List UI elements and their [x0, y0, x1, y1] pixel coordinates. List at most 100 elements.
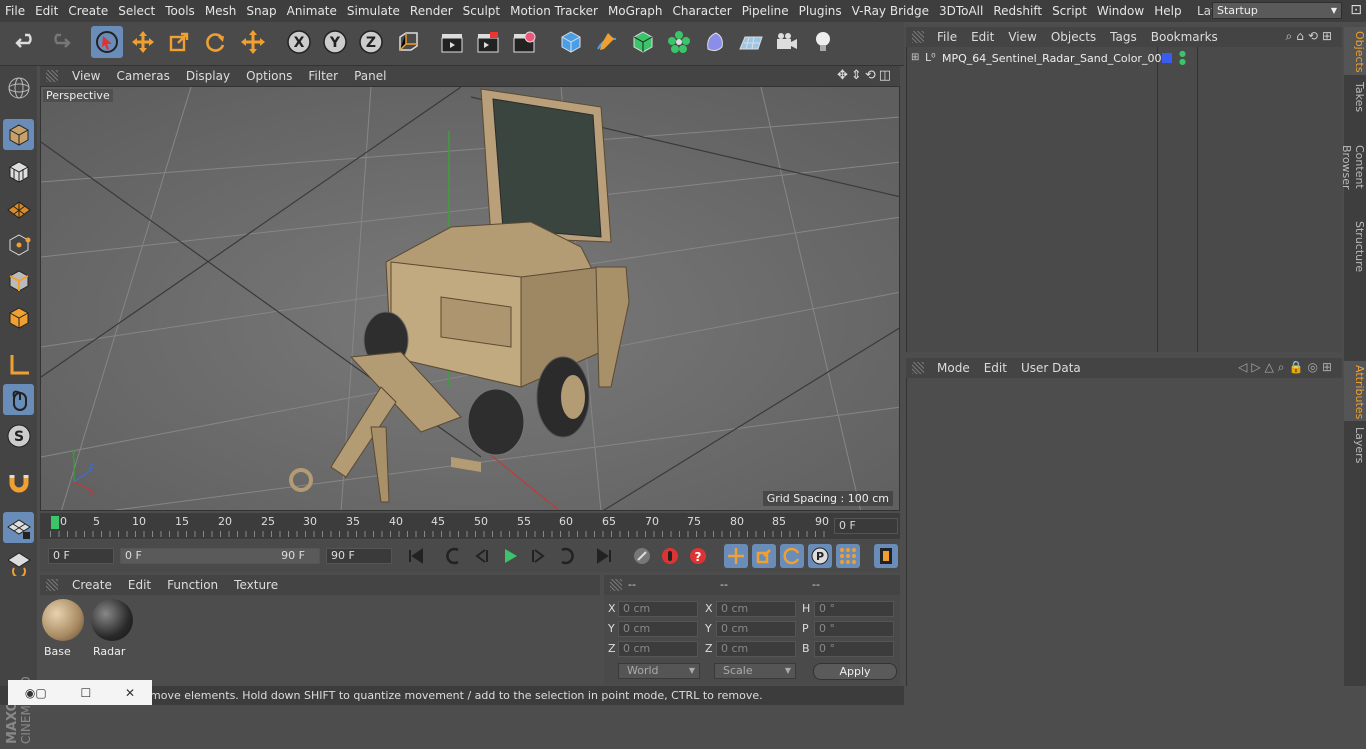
object-name[interactable]: MPQ_64_Sentinel_Radar_Sand_Color_001 — [942, 52, 1168, 65]
redo-button[interactable] — [44, 26, 76, 58]
size-mode-select[interactable]: Scale ▼ — [714, 663, 796, 679]
rotation-p-field[interactable]: 0 ° — [814, 621, 894, 637]
menu-mograph[interactable]: MoGraph — [603, 0, 668, 22]
3d-viewport[interactable]: y z x Perspective Grid Spacing : 100 cm — [40, 86, 900, 511]
menu-window[interactable]: Window — [1092, 0, 1149, 22]
panel-grip-icon[interactable] — [46, 70, 58, 82]
deformer-button[interactable] — [699, 26, 731, 58]
current-frame-field[interactable]: 0 F — [834, 518, 898, 534]
enable-axis-button[interactable] — [3, 349, 34, 380]
tab-takes[interactable]: Takes — [1344, 77, 1366, 117]
floor-button[interactable] — [735, 26, 767, 58]
material-menu-edit[interactable]: Edit — [120, 578, 159, 592]
coordinate-space-select[interactable]: World ▼ — [618, 663, 700, 679]
tab-layers[interactable]: Layers — [1344, 423, 1366, 463]
tab-attributes[interactable]: Attributes — [1344, 361, 1366, 421]
coordinate-system-button[interactable] — [392, 26, 424, 58]
layout-select[interactable]: Startup ▼ — [1212, 2, 1342, 19]
material-menu-texture[interactable]: Texture — [226, 578, 286, 592]
playhead-marker[interactable] — [51, 516, 59, 529]
menu-snap[interactable]: Snap — [241, 0, 281, 22]
timeline-window-button[interactable] — [874, 544, 898, 568]
light-button[interactable] — [807, 26, 839, 58]
menu-create[interactable]: Create — [63, 0, 113, 22]
tab-structure[interactable]: Structure — [1344, 217, 1366, 273]
autokey-button[interactable] — [658, 544, 682, 568]
frame-range-slider[interactable]: 0 F 90 F — [120, 548, 320, 564]
model-mode-button[interactable] — [3, 119, 34, 150]
keyframe-selection-button[interactable]: ? — [686, 544, 710, 568]
om-menu-objects[interactable]: Objects — [1044, 30, 1103, 44]
rotation-b-field[interactable]: 0 ° — [814, 641, 894, 657]
material-swatch-base[interactable]: Base — [42, 599, 86, 658]
menu-mesh[interactable]: Mesh — [200, 0, 242, 22]
viewport-menu-panel[interactable]: Panel — [346, 69, 394, 83]
om-menu-edit[interactable]: Edit — [964, 30, 1001, 44]
maximize-icon[interactable]: ☐ — [80, 686, 91, 700]
edges-mode-button[interactable] — [3, 265, 34, 296]
planar-workplane-button[interactable] — [3, 547, 34, 578]
tweak-mode-button[interactable] — [3, 384, 34, 415]
close-icon[interactable]: ✕ — [125, 686, 135, 700]
size-x-field[interactable]: 0 cm — [716, 601, 796, 617]
viewport-navigation-icons[interactable]: ✥⇕⟲◫ — [837, 68, 894, 83]
previous-key-button[interactable] — [442, 544, 466, 568]
position-x-field[interactable]: 0 cm — [618, 601, 698, 617]
live-selection-button[interactable] — [91, 26, 123, 58]
menu-help[interactable]: Help — [1149, 0, 1186, 22]
material-menu-create[interactable]: Create — [64, 578, 120, 592]
viewport-menu-options[interactable]: Options — [238, 69, 300, 83]
viewport-menu-view[interactable]: View — [64, 69, 108, 83]
position-z-field[interactable]: 0 cm — [618, 641, 698, 657]
viewport-menu-cameras[interactable]: Cameras — [108, 69, 177, 83]
lock-workplane-button[interactable] — [3, 512, 34, 543]
size-z-field[interactable]: 0 cm — [716, 641, 796, 657]
camera-label[interactable]: Perspective — [43, 89, 113, 102]
start-frame-field[interactable]: 0 F — [48, 548, 114, 564]
om-menu-view[interactable]: View — [1001, 30, 1043, 44]
menu-redshift[interactable]: Redshift — [988, 0, 1047, 22]
next-frame-button[interactable] — [526, 544, 550, 568]
key-scale-button[interactable] — [752, 544, 776, 568]
menu-character[interactable]: Character — [667, 0, 736, 22]
app-window-icon[interactable]: ◉▢ — [25, 686, 47, 700]
transform-tool-button[interactable] — [237, 26, 269, 58]
polygons-mode-button[interactable] — [3, 302, 34, 333]
render-picture-viewer-button[interactable] — [472, 26, 504, 58]
pen-spline-button[interactable] — [591, 26, 623, 58]
om-toolbar-icons[interactable]: ⌕⌂⟲⊞ — [1286, 29, 1336, 44]
key-position-button[interactable] — [724, 544, 748, 568]
points-mode-button[interactable] — [3, 229, 34, 260]
texture-mode-button[interactable] — [3, 156, 34, 187]
subdivision-surface-button[interactable] — [627, 26, 659, 58]
panel-grip-icon[interactable] — [610, 579, 622, 591]
menu-animate[interactable]: Animate — [282, 0, 342, 22]
menu-select[interactable]: Select — [113, 0, 160, 22]
undo-button[interactable] — [10, 26, 42, 58]
frame-ruler[interactable]: 0 5 10 15 20 25 30 35 40 45 50 55 60 65 … — [50, 513, 830, 539]
viewport-menu-filter[interactable]: Filter — [300, 69, 346, 83]
om-menu-file[interactable]: File — [930, 30, 964, 44]
render-view-button[interactable] — [436, 26, 468, 58]
object-row[interactable]: ⊞ L⁰ MPQ_64_Sentinel_Radar_Sand_Color_00… — [907, 50, 1343, 68]
menu-vray-bridge[interactable]: V-Ray Bridge — [847, 0, 934, 22]
go-to-start-button[interactable] — [404, 544, 428, 568]
menu-simulate[interactable]: Simulate — [342, 0, 405, 22]
y-axis-lock-button[interactable]: Y — [319, 26, 351, 58]
workplane-mode-button[interactable] — [3, 193, 34, 224]
panel-grip-icon[interactable] — [46, 579, 58, 591]
panel-expand-icon[interactable]: ⊡ — [1350, 2, 1362, 18]
menu-plugins[interactable]: Plugins — [794, 0, 847, 22]
panel-grip-icon[interactable] — [912, 31, 924, 43]
x-axis-lock-button[interactable]: X — [283, 26, 315, 58]
menu-script[interactable]: Script — [1047, 0, 1092, 22]
timeline-ruler[interactable]: 0 5 10 15 20 25 30 35 40 45 50 55 60 65 … — [40, 513, 900, 539]
size-y-field[interactable]: 0 cm — [716, 621, 796, 637]
go-to-end-button[interactable] — [592, 544, 616, 568]
end-frame-field[interactable]: 90 F — [326, 548, 392, 564]
material-swatch-radar[interactable]: Radar — [91, 599, 135, 658]
camera-button[interactable] — [771, 26, 803, 58]
render-settings-button[interactable] — [508, 26, 540, 58]
tab-content-browser[interactable]: Content Browser — [1340, 119, 1366, 215]
menu-edit[interactable]: Edit — [30, 0, 63, 22]
